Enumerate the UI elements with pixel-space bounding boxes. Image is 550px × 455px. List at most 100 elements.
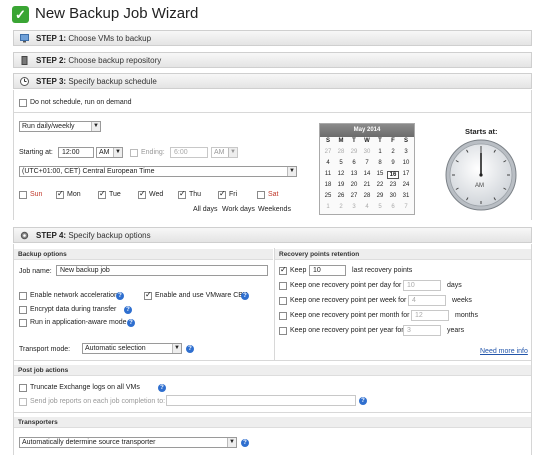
help-icon[interactable]: ? [116,292,124,300]
preset-work-days[interactable]: Work days [222,206,255,213]
calendar-day[interactable]: 3 [348,204,360,210]
send-reports-checkbox[interactable] [19,398,27,406]
calendar-day[interactable]: 21 [361,182,373,188]
day-wed-checkbox[interactable] [138,189,146,199]
day-fri-checkbox[interactable] [218,189,226,199]
calendar-day[interactable]: 23 [387,182,399,188]
day-thu-checkbox[interactable] [178,189,186,199]
retention-day-input[interactable]: 10 [403,280,441,291]
calendar-day[interactable]: 1 [374,149,386,155]
calendar-day[interactable]: 4 [322,160,334,166]
step-3-header[interactable]: STEP 3: Specify backup schedule [13,73,532,89]
frequency-select[interactable]: Run daily/weekly ▼ [19,121,101,132]
calendar-day[interactable]: 31 [400,193,412,199]
calendar-day[interactable]: 14 [361,171,373,177]
calendar-day[interactable]: 30 [361,149,373,155]
step-2-header[interactable]: STEP 2: Choose backup repository [13,52,532,68]
calendar-day[interactable]: 1 [322,204,334,210]
help-icon[interactable]: ? [124,306,132,314]
calendar-day[interactable]: 27 [348,193,360,199]
calendar-day[interactable]: 10 [400,160,412,166]
start-ampm-select[interactable]: AM ▼ [96,147,123,158]
retention-month-input[interactable]: 12 [411,310,449,321]
help-icon[interactable]: ? [241,292,249,300]
truncate-logs-checkbox[interactable] [19,384,27,392]
calendar-day[interactable]: 8 [374,160,386,166]
calendar-day[interactable]: 29 [374,193,386,199]
step-4-header[interactable]: STEP 4: Specify backup options [13,227,532,243]
step-1-header[interactable]: STEP 1: Choose VMs to backup [13,30,532,46]
calendar-day[interactable]: 3 [400,149,412,155]
network-accel-checkbox[interactable] [19,292,27,300]
help-icon[interactable]: ? [359,397,367,405]
chevron-down-icon: ▼ [91,122,100,131]
no-schedule-checkbox[interactable] [19,99,27,107]
calendar-day[interactable]: 28 [335,149,347,155]
day-sat-checkbox[interactable] [257,191,265,199]
chevron-down-icon: ▼ [287,167,296,176]
transporter-select[interactable]: Automatically determine source transport… [19,437,237,448]
calendar-day[interactable]: 16 [387,171,399,179]
retention-day-checkbox[interactable] [279,282,287,290]
transport-mode-select[interactable]: Automatic selection ▼ [82,343,182,354]
calendar-day[interactable]: 13 [348,171,360,177]
calendar-day[interactable]: 5 [374,204,386,210]
keep-last-input[interactable]: 10 [309,265,346,276]
calendar-day[interactable]: 22 [374,182,386,188]
retention-year-checkbox[interactable] [279,327,287,335]
help-icon[interactable]: ? [186,345,194,353]
help-icon[interactable]: ? [127,319,135,327]
help-icon[interactable]: ? [241,439,249,447]
cbt-checkbox[interactable] [144,290,152,300]
calendar-day[interactable]: 19 [335,182,347,188]
app-aware-checkbox[interactable] [19,319,27,327]
repository-icon [21,56,28,65]
day-mon-checkbox[interactable] [56,189,64,199]
calendar-day[interactable]: 25 [322,193,334,199]
calendar-day[interactable]: 7 [400,204,412,210]
preset-all-days[interactable]: All days [193,206,218,213]
calendar-day[interactable]: 4 [361,204,373,210]
calendar-day[interactable]: 6 [387,204,399,210]
calendar-day[interactable]: 15 [374,171,386,177]
calendar-day[interactable]: 28 [361,193,373,199]
encrypt-checkbox[interactable] [19,306,27,314]
calendar-day[interactable]: 17 [400,171,412,177]
report-email-input[interactable] [166,395,356,406]
calendar-day[interactable]: 29 [348,149,360,155]
calendar-day[interactable]: 12 [335,171,347,177]
calendar-day[interactable]: 27 [322,149,334,155]
calendar-day[interactable]: 2 [335,204,347,210]
calendar-day[interactable]: 18 [322,182,334,188]
calendar-day[interactable]: 26 [335,193,347,199]
gear-icon [20,231,29,240]
day-sun-checkbox[interactable] [19,191,27,199]
start-time-input[interactable]: 12:00 [58,147,94,158]
calendar-day[interactable]: 24 [400,182,412,188]
calendar-day[interactable]: 20 [348,182,360,188]
calendar-day[interactable]: 6 [348,160,360,166]
job-name-input[interactable]: New backup job [56,265,268,276]
retention-month-checkbox[interactable] [279,312,287,320]
retention-year-input[interactable]: 3 [403,325,441,336]
calendar-day[interactable]: 9 [387,160,399,166]
retention-week-checkbox[interactable] [279,297,287,305]
help-icon[interactable]: ? [158,384,166,392]
calendar-day[interactable]: 11 [322,171,334,177]
retention-week-input[interactable]: 4 [408,295,446,306]
calendar-day[interactable]: 7 [361,160,373,166]
preset-weekends[interactable]: Weekends [258,206,291,213]
keep-last-checkbox[interactable] [279,265,287,275]
calendar-day[interactable]: 30 [387,193,399,199]
day-tue-checkbox[interactable] [98,189,106,199]
need-more-info-link[interactable]: Need more info [480,348,528,355]
ending-checkbox[interactable] [130,149,138,157]
calendar-day[interactable]: 5 [335,160,347,166]
timezone-select[interactable]: (UTC+01:00, CET) Central European Time ▼ [19,166,297,177]
calendar-day[interactable]: 2 [387,149,399,155]
end-time-input[interactable]: 6:00 [170,147,208,158]
end-ampm-select[interactable]: AM ▼ [211,147,238,158]
frequency-value: Run daily/weekly [22,123,75,130]
calendar-weekday-header: F [391,138,395,144]
transporters-header: Transporters [14,417,531,428]
